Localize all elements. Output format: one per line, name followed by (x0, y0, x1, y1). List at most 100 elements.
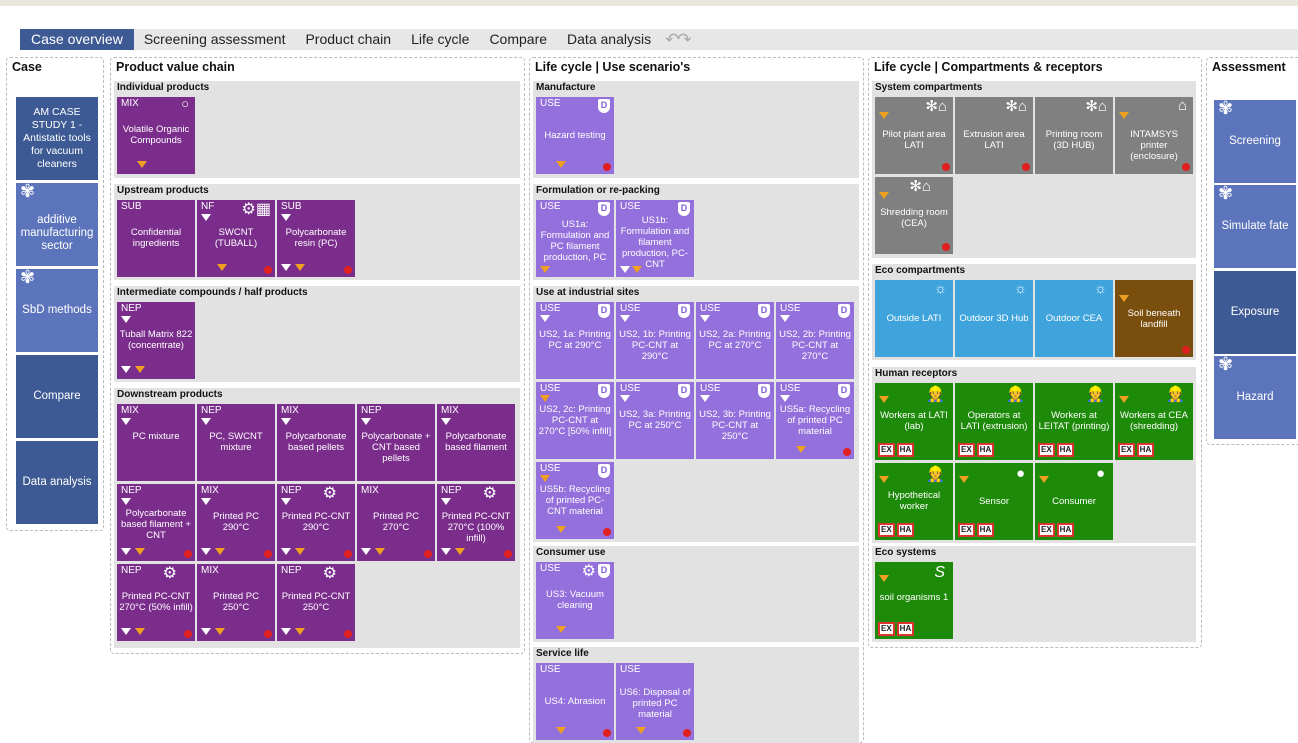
receptor-card[interactable]: 👷 Workers at LATI (lab) EX HA (875, 383, 953, 460)
collapse-icon (620, 395, 630, 402)
card-label: US2, 2a: Printing PC at 270°C (699, 329, 771, 351)
product-card[interactable]: NEP ⚙ Printed PC-CNT 290°C (277, 484, 355, 561)
panel-title: Human receptors (875, 368, 958, 379)
compartment-card[interactable]: ✻⌂ Printing room (3D HUB) (1035, 97, 1113, 174)
collapse-icon (361, 548, 371, 555)
product-card[interactable]: NEP PC, SWCNT mixture (197, 404, 275, 481)
status-dot (1182, 163, 1190, 171)
scenario-card[interactable]: USE D US2, 2b: Printing PC-CNT at 270°C (776, 302, 854, 379)
panel-title: Downstream products (117, 389, 223, 400)
expand-icon (556, 727, 566, 734)
product-card[interactable]: SUB Polycarbonate resin (PC) (277, 200, 355, 277)
scenario-card[interactable]: USE ⚙ D US3: Vacuum cleaning (536, 562, 614, 639)
receptor-card[interactable]: ● Sensor EX HA (955, 463, 1033, 540)
tab-product-chain[interactable]: Product chain (295, 29, 401, 50)
tab-data-analysis[interactable]: Data analysis (557, 29, 661, 50)
data-analysis-button[interactable]: Data analysis (16, 441, 98, 524)
exposure-badge[interactable]: EX (1038, 523, 1055, 537)
compartment-card[interactable]: ✻⌂ Pilot plant area LATI (875, 97, 953, 174)
consumer-use-panel: Consumer use USE ⚙ D US3: Vacuum cleaning (533, 546, 859, 642)
tab-case-overview[interactable]: Case overview (20, 29, 134, 50)
product-card[interactable]: NEP ⚙ Printed PC-CNT 250°C (277, 564, 355, 641)
scenario-card[interactable]: USE D US2, 2c: Printing PC-CNT at 270°C [5… (536, 382, 614, 459)
exposure-badge[interactable]: EX (878, 622, 895, 636)
product-card[interactable]: NEP Polycarbonate + CNT based pellets (357, 404, 435, 481)
hazard-badge[interactable]: HA (1056, 523, 1075, 537)
hazard-badge[interactable]: HA (1056, 443, 1075, 457)
product-card[interactable]: NEP Tuball Matrix 822 (concentrate) (117, 302, 195, 379)
receptor-card[interactable]: 👷 Operators at LATI (extrusion) EX HA (955, 383, 1033, 460)
scenario-card[interactable]: USE D US2, 3a: Printing PC at 250°C (616, 382, 694, 459)
exposure-badge[interactable]: EX (878, 523, 895, 537)
exposure-badge[interactable]: EX (958, 443, 975, 457)
card-tag: USE (620, 664, 641, 675)
hazard-button[interactable]: ✾ Hazard (1214, 355, 1296, 439)
scenario-card[interactable]: USE D US5b: Recycling of printed PC-CNT ma… (536, 462, 614, 539)
receptor-card[interactable]: ● Consumer EX HA (1035, 463, 1113, 540)
card-label: Sensor (978, 496, 1010, 507)
status-dot (344, 630, 352, 638)
compartment-card[interactable]: ⌂ INTAMSYS printer (enclosure) (1115, 97, 1193, 174)
exposure-badge[interactable]: EX (958, 523, 975, 537)
exposure-badge[interactable]: EX (1118, 443, 1135, 457)
scenario-card[interactable]: USE D US5a: Recycling of printed PC materi… (776, 382, 854, 459)
hazard-badge[interactable]: HA (896, 443, 915, 457)
product-card[interactable]: MIX Printed PC 250°C (197, 564, 275, 641)
tab-compare[interactable]: Compare (479, 29, 557, 50)
sector-button[interactable]: ✾ additive manufacturing sector (16, 182, 98, 266)
card-label: Extrusion area LATI (963, 129, 1025, 151)
product-card[interactable]: MIX Printed PC 290°C (197, 484, 275, 561)
scenario-card[interactable]: USE D US2, 3b: Printing PC-CNT at 250°C (696, 382, 774, 459)
case-study-button[interactable]: AM CASE STUDY 1 - Antistatic tools for v… (16, 97, 98, 180)
card-label: Hypothetical worker (887, 490, 941, 512)
product-card[interactable]: MIX Printed PC 270°C (357, 484, 435, 561)
tab-screening-assessment[interactable]: Screening assessment (134, 29, 296, 50)
product-card[interactable]: MIX PC mixture (117, 404, 195, 481)
tab-life-cycle[interactable]: Life cycle (401, 29, 479, 50)
status-dot (1022, 163, 1030, 171)
product-card[interactable]: NF ⚙▦ SWCNT (TUBALL) (197, 200, 275, 277)
exposure-badge[interactable]: EX (878, 443, 895, 457)
exposure-badge[interactable]: EX (1038, 443, 1055, 457)
product-card[interactable]: NEP Polycarbonate based filament + CNT (117, 484, 195, 561)
compartment-card[interactable]: ✻⌂ Shredding room (CEA) (875, 177, 953, 254)
scenario-card[interactable]: USE US4: Abrasion (536, 663, 614, 740)
scenario-card[interactable]: USE D US2, 1b: Printing PC-CNT at 290°C (616, 302, 694, 379)
compartment-card[interactable]: ☼ Outside LATI (875, 280, 953, 357)
scenario-card[interactable]: USE D US1b: Formulation and filament produ… (616, 200, 694, 277)
receptor-card[interactable]: 👷 Workers at LEITAT (printing) EX HA (1035, 383, 1113, 460)
product-card[interactable]: SUB Confidential ingredients (117, 200, 195, 277)
gear-icon: ⚙ (322, 565, 337, 582)
product-card[interactable]: MIX ○ Volatile Organic Compounds (117, 97, 195, 174)
hazard-badge[interactable]: HA (976, 443, 995, 457)
compartment-card[interactable]: ☼ Outdoor CEA (1035, 280, 1113, 357)
undo-redo-icon[interactable]: ↶↷ (665, 30, 691, 50)
scenario-card[interactable]: USE D Hazard testing (536, 97, 614, 174)
data-analysis-label: Data analysis (22, 476, 92, 488)
compare-button[interactable]: Compare (16, 355, 98, 438)
product-card[interactable]: NEP ⚙ Printed PC-CNT 270°C (100% infill) (437, 484, 515, 561)
compartment-card[interactable]: ☼ Outdoor 3D Hub (955, 280, 1033, 357)
receptor-card[interactable]: 👷 Hypothetical worker EX HA (875, 463, 953, 540)
receptor-card[interactable]: 👷 Workers at CEA (shredding) EX HA (1115, 383, 1193, 460)
card-label: Polycarbonate resin (PC) (285, 227, 347, 249)
product-card[interactable]: MIX Polycarbonate based filament (437, 404, 515, 481)
scenario-card[interactable]: USE D US2, 1a: Printing PC at 290°C (536, 302, 614, 379)
simulate-fate-button[interactable]: ✾ Simulate fate (1214, 184, 1296, 268)
hazard-badge[interactable]: HA (896, 622, 915, 636)
product-card[interactable]: MIX Polycarbonate based pellets (277, 404, 355, 481)
hazard-badge[interactable]: HA (976, 523, 995, 537)
sbd-methods-button[interactable]: ✾ SbD methods (16, 268, 98, 352)
weather-icon: ☼ (934, 280, 947, 296)
compartment-card[interactable]: ✻⌂ Extrusion area LATI (955, 97, 1033, 174)
scenario-card[interactable]: USE D US1a: Formulation and PC filament pr… (536, 200, 614, 277)
screening-button[interactable]: ✾ Screening (1214, 99, 1296, 183)
hazard-badge[interactable]: HA (896, 523, 915, 537)
product-card[interactable]: NEP ⚙ Printed PC-CNT 270°C (50% infill) (117, 564, 195, 641)
compartment-card[interactable]: Soil beneath landfill (1115, 280, 1193, 357)
exposure-button[interactable]: Exposure (1214, 271, 1296, 354)
scenario-card[interactable]: USE D US2, 2a: Printing PC at 270°C (696, 302, 774, 379)
ecosystem-card[interactable]: Ssoil organisms 1 EX HA (875, 562, 953, 639)
hazard-badge[interactable]: HA (1136, 443, 1155, 457)
scenario-card[interactable]: USE US6: Disposal of printed PC material (616, 663, 694, 740)
